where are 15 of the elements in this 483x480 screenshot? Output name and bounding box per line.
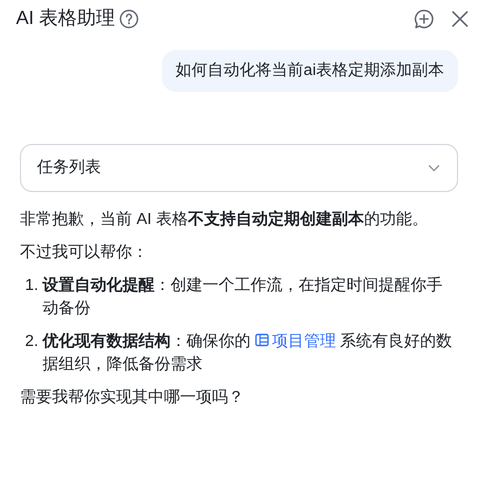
new-chat-button[interactable] (413, 8, 435, 30)
user-message: 如何自动化将当前ai表格定期添加副本 (162, 50, 458, 92)
panel-title: AI 表格助理 (16, 8, 116, 30)
answer-paragraph: 不过我可以帮你： (20, 242, 149, 263)
help-icon[interactable] (119, 9, 140, 29)
close-button[interactable] (451, 10, 469, 28)
table-icon (254, 333, 269, 347)
list-number: 1. (25, 276, 38, 296)
task-list-dropdown[interactable]: 任务列表 (20, 144, 458, 192)
list-item-text: 设置自动化提醒：创建一个工作流，在指定时间提醒你手动备份 (42, 276, 444, 319)
list-item-text: 优化现有数据结构：确保你的 项目管理 系统有良好的数据组织，降低备份需求 (42, 332, 454, 375)
answer-paragraph: 需要我帮你实现其中哪一项吗？ (20, 388, 245, 408)
project-link[interactable]: 项目管理 (254, 333, 336, 350)
answer-paragraph: 非常抱歉，当前 AI 表格不支持自动定期创建副本的功能。 (20, 209, 430, 230)
list-number: 2. (25, 332, 38, 352)
